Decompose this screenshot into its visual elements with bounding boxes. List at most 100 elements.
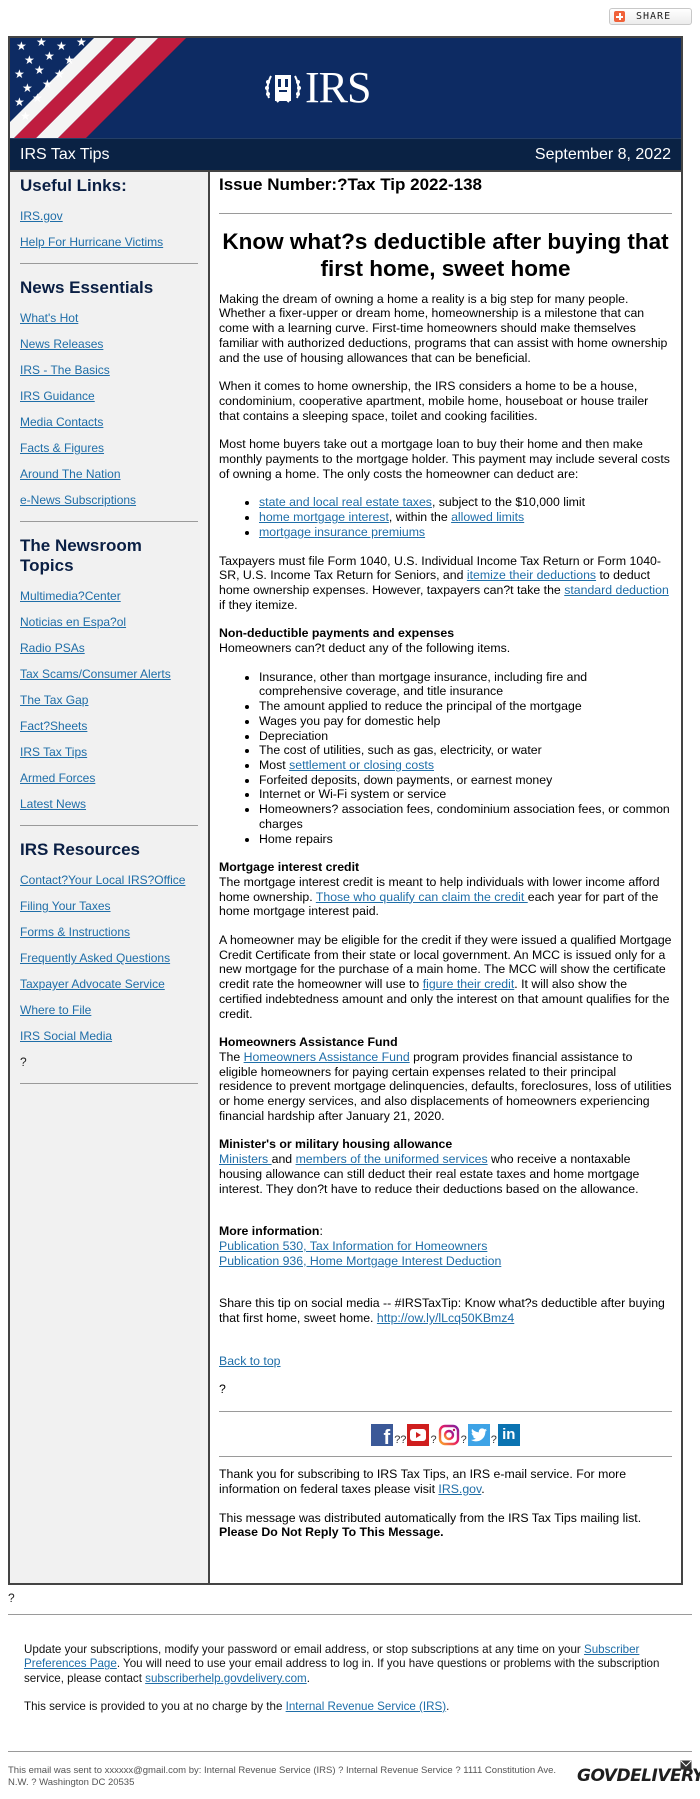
sidebar-link-radio-psas[interactable]: Radio PSAs — [20, 641, 198, 655]
link-itemize-deductions[interactable]: itemize their deductions — [467, 568, 596, 582]
sidebar-link-tax-gap[interactable]: The Tax Gap — [20, 693, 198, 707]
paragraph-home-definition: When it comes to home ownership, the IRS… — [219, 379, 649, 423]
section-heading-haf: Homeowners Assistance Fund — [219, 1035, 398, 1050]
text: More information — [219, 1224, 320, 1239]
sidebar-link-enews-subscriptions[interactable]: e-News Subscriptions — [20, 493, 198, 507]
paragraph-mortgage-credit: The mortgage interest credit is meant to… — [219, 875, 672, 919]
link-standard-deduction[interactable]: standard deduction — [564, 583, 669, 597]
sidebar-link-whats-hot[interactable]: What's Hot — [20, 311, 198, 325]
more-info-heading: More information: — [219, 1224, 672, 1239]
link-homeowners-assistance-fund[interactable]: Homeowners Assistance Fund — [244, 1050, 410, 1064]
list-item: Most settlement or closing costs — [259, 758, 672, 773]
link-closing-costs[interactable]: settlement or closing costs — [289, 758, 434, 772]
link-irs-gov[interactable]: IRS.gov — [438, 1482, 481, 1496]
list-item: home mortgage interest, within the allow… — [259, 510, 672, 525]
sidebar-link-social-media[interactable]: IRS Social Media — [20, 1029, 198, 1043]
sidebar-section-useful-links: Useful Links: IRS.gov Help For Hurricane… — [20, 176, 198, 264]
twitter-icon[interactable] — [467, 1424, 490, 1447]
sidebar-placeholder-char: ? — [20, 1055, 27, 1069]
social-icons: f ?? ? ? ? in — [219, 1412, 672, 1456]
sidebar-link-around-nation[interactable]: Around The Nation — [20, 467, 198, 481]
link-figure-credit[interactable]: figure their credit — [423, 977, 515, 991]
sidebar-link-irs-gov[interactable]: IRS.gov — [20, 209, 198, 223]
separator: ? — [430, 1434, 437, 1447]
link-uniformed-services[interactable]: members of the uniformed services — [296, 1152, 488, 1166]
share-button[interactable]: SHARE — [609, 8, 692, 25]
svg-text:★: ★ — [20, 109, 31, 123]
paragraph-mortgage-costs: Most home buyers take out a mortgage loa… — [219, 437, 670, 481]
instagram-icon[interactable] — [437, 1424, 460, 1447]
header-banner: ★ ★ ★ ★ ★ ★ ★ ★ ★ ★ ★ ★ ★ ★ ★ IRS — [10, 38, 681, 138]
link-share-url[interactable]: http://ow.ly/lLcq50KBmz4 — [377, 1311, 514, 1325]
link-mortgage-insurance-premiums[interactable]: mortgage insurance premiums — [259, 525, 425, 539]
svg-text:★: ★ — [54, 67, 65, 81]
youtube-icon[interactable] — [407, 1424, 430, 1447]
do-not-reply-notice: Please Do Not Reply To This Message. — [219, 1525, 444, 1540]
deductible-list: state and local real estate taxes, subje… — [219, 495, 672, 539]
nondeductible-list: Insurance, other than mortgage insurance… — [219, 670, 672, 846]
sidebar-link-armed-forces[interactable]: Armed Forces — [20, 771, 198, 785]
sidebar-link-faq[interactable]: Frequently Asked Questions — [20, 951, 198, 965]
envelope-icon — [680, 1760, 692, 1770]
sidebar-link-forms-instructions[interactable]: Forms & Instructions — [20, 925, 198, 939]
list-item: The cost of utilities, such as gas, elec… — [259, 743, 672, 758]
sidebar-link-noticias[interactable]: Noticias en Espa?ol — [20, 615, 198, 629]
linkedin-icon[interactable]: in — [497, 1424, 520, 1447]
sidebar-heading: IRS Resources — [20, 840, 140, 859]
link-mortgage-interest[interactable]: home mortgage interest — [259, 510, 389, 524]
link-internal-revenue-service[interactable]: Internal Revenue Service (IRS) — [286, 1700, 446, 1713]
svg-text:★: ★ — [14, 95, 25, 109]
list-item: Internet or Wi-Fi system or service — [259, 787, 672, 802]
service-provider-text: This service is provided to you at no ch… — [24, 1700, 684, 1714]
sidebar-link-news-releases[interactable]: News Releases — [20, 337, 198, 351]
link-qualify-credit[interactable]: Those who qualify can claim the credit — [316, 890, 528, 904]
link-ministers[interactable]: Ministers — [219, 1152, 272, 1166]
sidebar-heading: News Essentials — [20, 278, 154, 297]
update-subscriptions-text: Update your subscriptions, modify your p… — [24, 1643, 684, 1686]
share-label: SHARE — [636, 11, 672, 22]
sidebar-link-facts-figures[interactable]: Facts & Figures — [20, 441, 198, 455]
sidebar-link-multimedia-center[interactable]: Multimedia?Center — [20, 589, 198, 603]
sidebar-link-contact-local-office[interactable]: Contact?Your Local IRS?Office — [20, 873, 198, 887]
text: : — [319, 1224, 323, 1239]
list-item: mortgage insurance premiums — [259, 525, 672, 540]
sidebar-section-irs-resources: IRS Resources Contact?Your Local IRS?Off… — [20, 840, 198, 1084]
list-item: Forfeited deposits, down payments, or ea… — [259, 773, 672, 788]
paragraph-intro: Making the dream of owning a home a real… — [219, 291, 668, 365]
link-publication-530[interactable]: Publication 530, Tax Information for Hom… — [219, 1239, 487, 1253]
sidebar-link-taxpayer-advocate[interactable]: Taxpayer Advocate Service — [20, 977, 198, 991]
sidebar-link-where-to-file[interactable]: Where to File — [20, 1003, 198, 1017]
link-subscriber-help[interactable]: subscriberhelp.govdelivery.com — [145, 1672, 307, 1685]
list-item: Homeowners? association fees, condominiu… — [259, 802, 672, 831]
facebook-icon[interactable]: f — [371, 1424, 394, 1448]
sidebar-link-media-contacts[interactable]: Media Contacts — [20, 415, 198, 429]
sidebar-link-irs-basics[interactable]: IRS - The Basics — [20, 363, 198, 377]
sidebar-link-filing-taxes[interactable]: Filing Your Taxes — [20, 899, 198, 913]
section-heading-mortgage-credit: Mortgage interest credit — [219, 860, 360, 875]
section-heading-minister: Minister's or military housing allowance — [219, 1137, 453, 1152]
svg-text:★: ★ — [16, 39, 27, 53]
link-publication-936[interactable]: Publication 936, Home Mortgage Interest … — [219, 1254, 501, 1268]
sidebar-link-tax-scams[interactable]: Tax Scams/Consumer Alerts — [20, 667, 198, 681]
separator: ?? — [394, 1434, 407, 1447]
sidebar-link-fact-sheets[interactable]: Fact?Sheets — [20, 719, 198, 733]
list-item: Depreciation — [259, 729, 672, 744]
newsletter-date: September 8, 2022 — [534, 145, 671, 163]
text: This service is provided to you at no ch… — [24, 1699, 286, 1713]
paragraph-haf: The Homeowners Assistance Fund program p… — [219, 1050, 672, 1124]
text: Thank you for subscribing to IRS Tax Tip… — [219, 1467, 627, 1496]
sidebar-link-hurricane-victims[interactable]: Help For Hurricane Victims — [20, 235, 198, 249]
back-to-top-link[interactable]: Back to top — [219, 1354, 281, 1368]
sidebar-link-irs-guidance[interactable]: IRS Guidance — [20, 389, 198, 403]
link-allowed-limits[interactable]: allowed limits — [451, 510, 524, 524]
sidebar-link-irs-tax-tips[interactable]: IRS Tax Tips — [20, 745, 198, 759]
sent-to-notice: This email was sent to xxxxxx@gmail.com … — [8, 1765, 557, 1788]
divider — [8, 1751, 692, 1752]
sidebar-heading: Useful Links: — [20, 176, 127, 195]
sidebar: Useful Links: IRS.gov Help For Hurricane… — [10, 172, 210, 1583]
issue-number: Issue Number:?Tax Tip 2022-138 — [219, 176, 672, 214]
link-real-estate-taxes[interactable]: state and local real estate taxes — [259, 495, 432, 509]
sidebar-link-latest-news[interactable]: Latest News — [20, 797, 198, 811]
article: Issue Number:?Tax Tip 2022-138 Know what… — [210, 172, 681, 1583]
text: . — [446, 1699, 450, 1713]
